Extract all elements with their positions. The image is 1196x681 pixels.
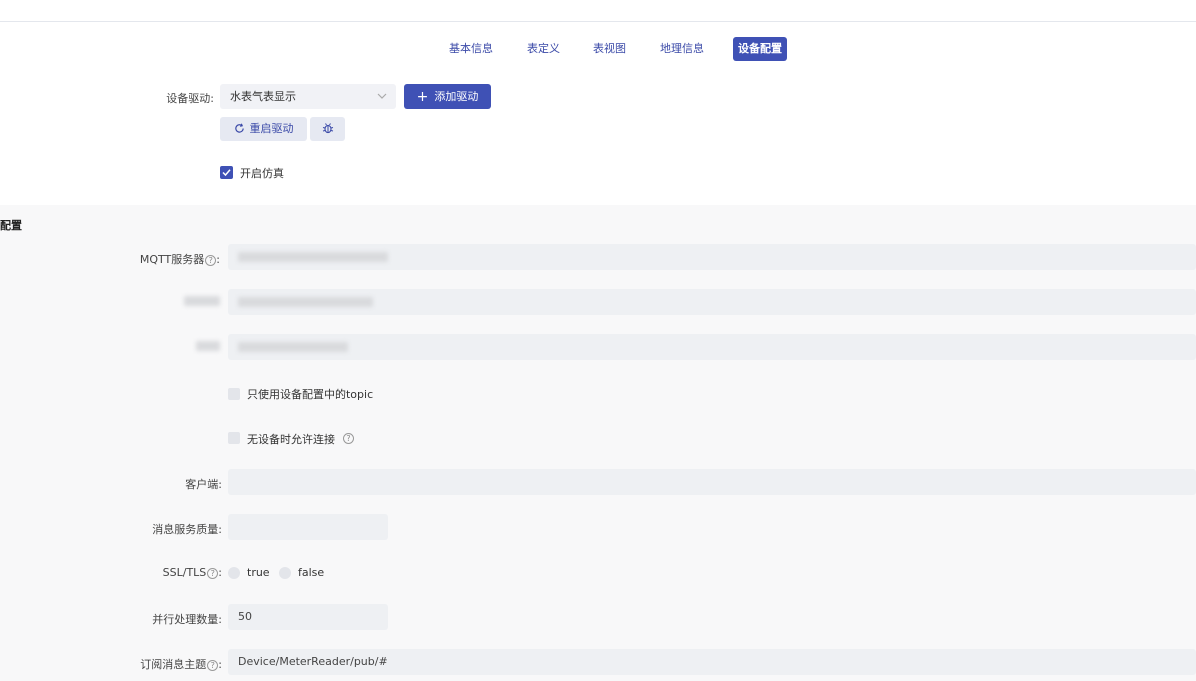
tab-table-view[interactable]: 表视图 bbox=[593, 37, 626, 61]
help-icon: ? bbox=[205, 255, 217, 266]
redacted-input-1[interactable] bbox=[228, 289, 1196, 315]
bug-icon bbox=[322, 119, 334, 143]
ssl-true-radio[interactable] bbox=[228, 567, 240, 579]
mqtt-server-label: MQTT服务器?: bbox=[120, 251, 220, 267]
ssl-false-radio[interactable] bbox=[279, 567, 291, 579]
add-driver-label: 添加驱动 bbox=[434, 90, 479, 103]
help-icon[interactable]: ? bbox=[343, 433, 354, 444]
redacted-input-2[interactable] bbox=[228, 334, 1196, 360]
ssl-label-colon: : bbox=[218, 566, 222, 579]
help-icon: ? bbox=[207, 568, 219, 579]
mqtt-server-input[interactable] bbox=[228, 244, 1196, 270]
client-label: 客户端: bbox=[185, 478, 222, 491]
tab-basic-info[interactable]: 基本信息 bbox=[449, 37, 493, 61]
qos-input[interactable] bbox=[228, 514, 388, 540]
redacted-label bbox=[196, 341, 220, 351]
refresh-icon bbox=[234, 119, 245, 143]
redacted-value bbox=[238, 252, 388, 262]
only-topic-label: 只使用设备配置中的topic bbox=[247, 388, 374, 401]
simulate-label: 开启仿真 bbox=[240, 167, 284, 180]
topic-label: 订阅消息主题?: bbox=[120, 656, 222, 672]
topic-input[interactable]: Device/MeterReader/pub/# bbox=[228, 649, 1196, 675]
parallel-label: 并行处理数量: bbox=[152, 613, 222, 626]
redacted-value bbox=[238, 342, 348, 352]
mqtt-server-label-text: MQTT服务器 bbox=[139, 253, 205, 266]
tab-bar: 基本信息 表定义 表视图 地理信息 设备配置 bbox=[0, 37, 1196, 61]
client-input[interactable] bbox=[228, 469, 1196, 495]
check-icon bbox=[222, 169, 231, 177]
chevron-down-icon bbox=[377, 84, 387, 119]
ssl-true-label: true bbox=[247, 566, 270, 579]
driver-select-value: 水表气表显示 bbox=[230, 90, 296, 103]
topic-label-colon: : bbox=[218, 658, 222, 671]
redacted-label bbox=[184, 296, 220, 306]
allow-no-device-checkbox[interactable] bbox=[228, 432, 240, 444]
tab-table-definition[interactable]: 表定义 bbox=[527, 37, 560, 61]
config-panel bbox=[0, 205, 1196, 681]
qos-label: 消息服务质量: bbox=[152, 523, 222, 536]
plus-icon: + bbox=[416, 89, 429, 105]
config-section-title: 配置 bbox=[0, 219, 22, 232]
top-bar bbox=[0, 0, 1196, 22]
parallel-input[interactable]: 50 bbox=[228, 604, 388, 630]
ssl-label: SSL/TLS?: bbox=[120, 566, 222, 579]
ssl-label-text: SSL/TLS bbox=[162, 566, 207, 579]
mqtt-server-label-colon: : bbox=[216, 253, 220, 266]
driver-label: 设备驱动: bbox=[166, 92, 214, 105]
restart-driver-label: 重启驱动 bbox=[249, 122, 294, 135]
tab-geo-info[interactable]: 地理信息 bbox=[660, 37, 704, 61]
redacted-value bbox=[238, 297, 373, 307]
tab-device-config[interactable]: 设备配置 bbox=[733, 37, 787, 61]
only-topic-checkbox[interactable] bbox=[228, 388, 240, 400]
restart-driver-button[interactable]: 重启驱动 bbox=[220, 117, 307, 141]
topic-label-text: 订阅消息主题 bbox=[140, 658, 207, 671]
driver-select[interactable]: 水表气表显示 bbox=[220, 84, 396, 109]
help-icon: ? bbox=[207, 660, 219, 671]
allow-no-device-label: 无设备时允许连接 bbox=[247, 433, 335, 446]
ssl-false-label: false bbox=[298, 566, 325, 579]
simulate-checkbox[interactable] bbox=[220, 166, 233, 179]
add-driver-button[interactable]: + 添加驱动 bbox=[404, 84, 491, 109]
debug-button[interactable] bbox=[310, 117, 345, 141]
